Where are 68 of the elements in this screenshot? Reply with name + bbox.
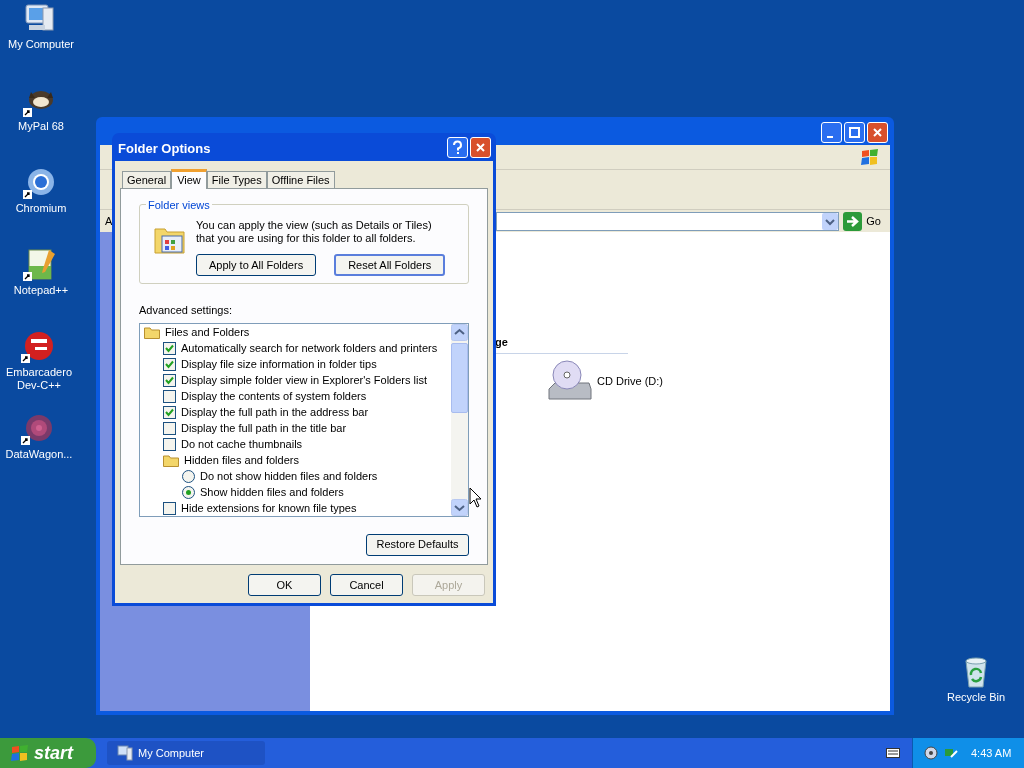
- tab[interactable]: View: [171, 169, 207, 189]
- desktop-icon-label[interactable]: DataWagon...: [5, 448, 73, 461]
- taskbar-button[interactable]: My Computer: [107, 741, 265, 765]
- maximize-button[interactable]: [844, 122, 865, 143]
- clock: 4:43 AM: [971, 745, 1012, 761]
- go-button[interactable]: Go: [843, 211, 885, 231]
- folder-icon: [144, 326, 160, 339]
- setting-row[interactable]: Display simple folder view in Explorer's Folders list: [140, 372, 451, 389]
- checkbox[interactable]: [163, 342, 176, 355]
- scroll-down-icon[interactable]: [451, 498, 468, 516]
- help-icon: [451, 140, 464, 155]
- folder-view-button[interactable]: Apply to All Folders: [196, 254, 317, 276]
- tab[interactable]: Offline Files: [266, 171, 335, 188]
- setting-row[interactable]: Hide extensions for known file types: [140, 500, 451, 516]
- windows-flag-icon: [10, 744, 30, 762]
- minimize-button[interactable]: [821, 122, 842, 143]
- setting-row[interactable]: Display the full path in the title bar: [140, 420, 451, 437]
- checkbox[interactable]: [163, 422, 176, 435]
- folder-view-button[interactable]: Reset All Folders: [334, 254, 446, 276]
- desktop-icon-label[interactable]: Recycle Bin: [946, 691, 1006, 704]
- close-icon: [871, 126, 884, 139]
- setting-row[interactable]: Do not show hidden files and folders: [140, 468, 451, 485]
- desktop-icon-label[interactable]: Notepad++: [13, 284, 69, 297]
- dialog-button[interactable]: OK: [248, 574, 321, 596]
- tab[interactable]: General: [122, 171, 172, 188]
- computer-icon: [117, 745, 133, 761]
- checkbox[interactable]: [163, 390, 176, 403]
- setting-row[interactable]: Show hidden files and folders: [140, 484, 451, 501]
- desktop-icon-label[interactable]: Chromium: [15, 202, 67, 215]
- description-text: You can apply the view (such as Details or Tiles) that you are using for this folder to all folders.: [196, 219, 433, 245]
- desktop-icon-label[interactable]: Embarcadero Dev-C++: [3, 366, 75, 392]
- section-label: Advanced settings:: [139, 303, 233, 318]
- close-button[interactable]: [867, 122, 888, 143]
- setting-row[interactable]: Automatically search for network folders and printers: [140, 340, 451, 357]
- scroll-up-icon[interactable]: [451, 323, 468, 341]
- radio-button[interactable]: [182, 470, 195, 483]
- windows-flag-icon: [860, 148, 880, 166]
- restore-defaults-button[interactable]: Restore Defaults: [366, 533, 469, 556]
- setting-row[interactable]: Display file size information in folder tips: [140, 356, 451, 373]
- scrollbar[interactable]: [451, 323, 468, 516]
- start-button[interactable]: start: [0, 738, 96, 768]
- settings-group: Files and Folders: [140, 324, 451, 341]
- folder-icon: [163, 454, 179, 467]
- setting-row[interactable]: Do not cache thumbnails: [140, 436, 451, 453]
- keyboard-icon[interactable]: [886, 748, 900, 758]
- checkbox[interactable]: [163, 406, 176, 419]
- minimize-icon: [827, 135, 833, 138]
- address-label: A: [105, 213, 113, 229]
- desktop-icon-label[interactable]: MyPal 68: [18, 120, 64, 133]
- tab[interactable]: File Types: [206, 171, 267, 188]
- scrollbar-thumb[interactable]: [451, 342, 468, 413]
- checkbox[interactable]: [163, 358, 176, 371]
- maximize-icon: [848, 126, 861, 139]
- help-button[interactable]: [447, 137, 468, 158]
- radio-button[interactable]: [182, 486, 195, 499]
- dialog-title: Folder Options: [118, 140, 211, 158]
- close-button[interactable]: [470, 137, 491, 158]
- desktop-icon-label[interactable]: My Computer: [8, 38, 74, 51]
- close-icon: [474, 141, 487, 154]
- settings-group: Hidden files and folders: [140, 452, 451, 469]
- checkbox[interactable]: [163, 438, 176, 451]
- dialog-button[interactable]: Cancel: [330, 574, 403, 596]
- speaker-icon[interactable]: [923, 745, 939, 761]
- checkbox[interactable]: [163, 374, 176, 387]
- drive-label[interactable]: CD Drive (D:): [597, 372, 663, 390]
- setting-row[interactable]: Display the full path in the address bar: [140, 404, 451, 421]
- checkbox[interactable]: [163, 502, 176, 515]
- setting-row[interactable]: Display the contents of system folders: [140, 388, 451, 405]
